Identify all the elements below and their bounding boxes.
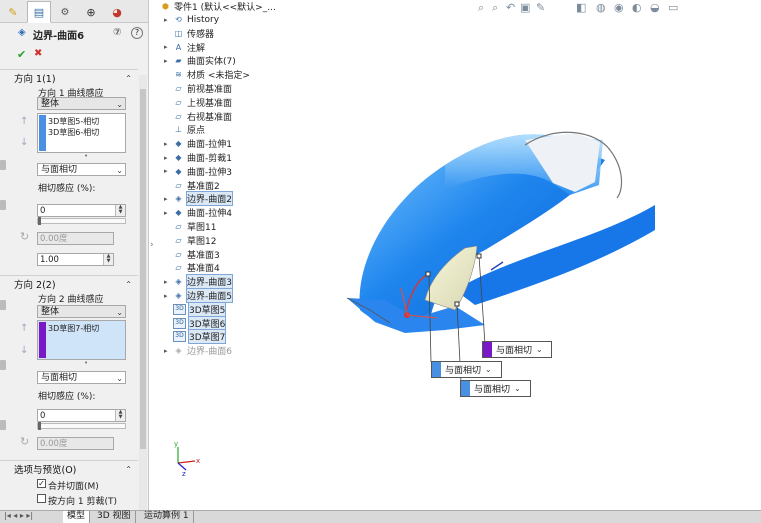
dimxpert-tab[interactable]: ⊕ (79, 1, 103, 23)
tangency-callout-direction-2[interactable]: 与面相切 ⌄ (482, 341, 552, 358)
chevron-down-icon: ⌄ (116, 308, 123, 317)
direction-2-angle-input: 0.00度 (37, 437, 114, 450)
tab-nav-arrows[interactable]: |◂ ◂ ▸ ▸| (4, 511, 33, 520)
manager-tabs: ✎ ▤ ⚙ ⊕ ◕ (0, 0, 148, 23)
side-tool-icon (0, 360, 6, 370)
slider-thumb[interactable] (38, 217, 41, 225)
direction-1-curves-list[interactable]: 3D草图5-相切 3D草图6-相切 (37, 113, 126, 153)
direction-1-tangent-influence-label: 相切感应 (%): (38, 184, 96, 194)
side-tool-icon (0, 300, 6, 310)
options-header[interactable]: 选项与预览(O) ⌃ (0, 460, 138, 477)
direction-2-curve-influence-select[interactable]: 整体 ⌄ (37, 305, 126, 318)
spin-buttons[interactable]: ▲ ▼ (115, 205, 125, 216)
chevron-down-icon: ⌄ (116, 166, 123, 175)
ok-button[interactable]: ✔ (17, 48, 26, 61)
control-handle[interactable] (476, 253, 482, 259)
direction-1-tangent-length-input[interactable]: 1.00 ▲ ▼ (37, 253, 114, 266)
side-tool-icon (0, 420, 6, 430)
direction-1-tangent-influence-slider[interactable] (37, 217, 126, 225)
direction-2-tangent-type-select[interactable]: 与面相切 ⌄ (37, 371, 126, 384)
feature-manager-icon: ✎ (8, 5, 18, 19)
direction-1-angle-input: 0.00度 (37, 232, 114, 245)
move-up-icon[interactable]: ↑ (20, 116, 28, 127)
svg-text:x: x (196, 457, 200, 465)
options-title: 选项与预览(O) (14, 465, 77, 476)
chevron-down-icon[interactable]: ⌄ (536, 345, 543, 354)
bottom-tab-bar: |◂ ◂ ▸ ▸| 模型 3D 视图 运动算例 1 (0, 510, 761, 523)
tab-3d-view[interactable]: 3D 视图 (93, 511, 136, 523)
resize-grip[interactable]: • (84, 152, 88, 160)
trim-by-direction-1-label: 按方向 1 剪裁(T) (48, 497, 117, 507)
direction-2-curves-list[interactable]: 3D草图7-相切 (37, 320, 126, 360)
tab-motion-study[interactable]: 运动算例 1 (140, 511, 194, 523)
cancel-button[interactable]: ✖ (34, 48, 42, 59)
chevron-down-icon: ⌄ (116, 100, 123, 109)
panel-collapse-icon[interactable]: › (150, 240, 154, 250)
move-up-icon[interactable]: ↑ (20, 323, 28, 334)
tangency-callout-direction-1a[interactable]: 与面相切 ⌄ (431, 361, 502, 378)
configuration-manager-tab[interactable]: ⚙ (53, 1, 77, 23)
collapse-icon[interactable]: ⌃ (125, 74, 132, 83)
direction-1-header[interactable]: 方向 1(1) ⌃ (0, 69, 138, 86)
detailed-help-icon[interactable]: ⑦ (113, 27, 121, 38)
callout-color-swatch (432, 362, 441, 377)
slider-thumb[interactable] (38, 422, 41, 430)
rotate-icon: ↻ (20, 435, 30, 448)
collapse-icon[interactable]: ⌃ (125, 465, 132, 474)
merge-faces-checkbox[interactable]: ✓ (37, 479, 46, 488)
direction-2-header[interactable]: 方向 2(2) ⌃ (0, 275, 138, 292)
spin-buttons[interactable]: ▲ ▼ (103, 254, 113, 265)
configuration-manager-icon: ⚙ (60, 6, 70, 18)
coordinate-triad: y x z (174, 440, 200, 478)
list-item[interactable]: 3D草图5-相切 (48, 116, 99, 127)
direction-1-title: 方向 1(1) (14, 74, 56, 85)
resize-grip[interactable]: • (84, 359, 88, 367)
feature-title: 边界-曲面6 (33, 31, 85, 42)
tab-model[interactable]: 模型 (63, 511, 91, 523)
move-down-icon[interactable]: ↓ (20, 137, 28, 148)
merge-faces-label: 合并切面(M) (48, 482, 99, 492)
property-manager-panel: ✎ ▤ ⚙ ⊕ ◕ ◈ 边界-曲面6 ⑦ ? ✔ ✖ 方向 1(1) ⌃ 方向 … (0, 0, 149, 510)
graphics-area[interactable]: y x z (155, 0, 761, 510)
chevron-down-icon[interactable]: ⌄ (514, 384, 521, 393)
svg-text:y: y (174, 440, 178, 448)
property-manager-icon: ▤ (33, 5, 45, 19)
scrollbar-thumb[interactable] (140, 89, 146, 449)
trim-by-direction-1-checkbox[interactable] (37, 494, 46, 503)
direction-1-color-swatch (39, 115, 46, 151)
chevron-down-icon: ⌄ (116, 374, 123, 383)
move-down-icon[interactable]: ↓ (20, 345, 28, 356)
chevron-down-icon[interactable]: ⌄ (485, 365, 492, 374)
spin-buttons[interactable]: ▲ ▼ (115, 410, 125, 421)
dimxpert-icon: ⊕ (86, 5, 96, 19)
direction-1-curve-influence-select[interactable]: 整体 ⌄ (37, 97, 126, 110)
svg-text:z: z (182, 470, 186, 478)
direction-2-curve-influence-label: 方向 2 曲线感应 (38, 295, 104, 305)
rotate-icon: ↻ (20, 230, 30, 243)
direction-2-tangent-influence-slider[interactable] (37, 422, 126, 430)
direction-1-tangent-type-select[interactable]: 与面相切 ⌄ (37, 163, 126, 176)
callout-color-swatch (483, 342, 492, 357)
panel-scrollbar[interactable] (139, 75, 147, 510)
side-tool-icon (0, 200, 6, 210)
collapse-icon[interactable]: ⌃ (125, 280, 132, 289)
direction-2-title: 方向 2(2) (14, 280, 56, 291)
callout-color-swatch (461, 381, 470, 396)
help-icon[interactable]: ? (131, 27, 143, 39)
display-manager-icon: ◕ (112, 5, 122, 19)
direction-2-tangent-influence-label: 相切感应 (%): (38, 392, 96, 402)
feature-manager-tab[interactable]: ✎ (1, 1, 25, 23)
list-item[interactable]: 3D草图6-相切 (48, 127, 99, 138)
direction-2-color-swatch (39, 322, 46, 358)
side-tool-icon (0, 160, 6, 170)
list-item[interactable]: 3D草图7-相切 (48, 323, 99, 334)
display-manager-tab[interactable]: ◕ (105, 1, 129, 23)
control-handle[interactable] (454, 301, 460, 307)
control-handle[interactable] (425, 271, 431, 277)
direction-1-tangent-influence-input[interactable]: 0 ▲ ▼ (37, 204, 126, 217)
boundary-surface-icon: ◈ (18, 27, 26, 38)
property-manager-tab[interactable]: ▤ (27, 1, 51, 23)
tangency-callout-direction-1b[interactable]: 与面相切 ⌄ (460, 380, 531, 397)
direction-2-tangent-influence-input[interactable]: 0 ▲ ▼ (37, 409, 126, 422)
